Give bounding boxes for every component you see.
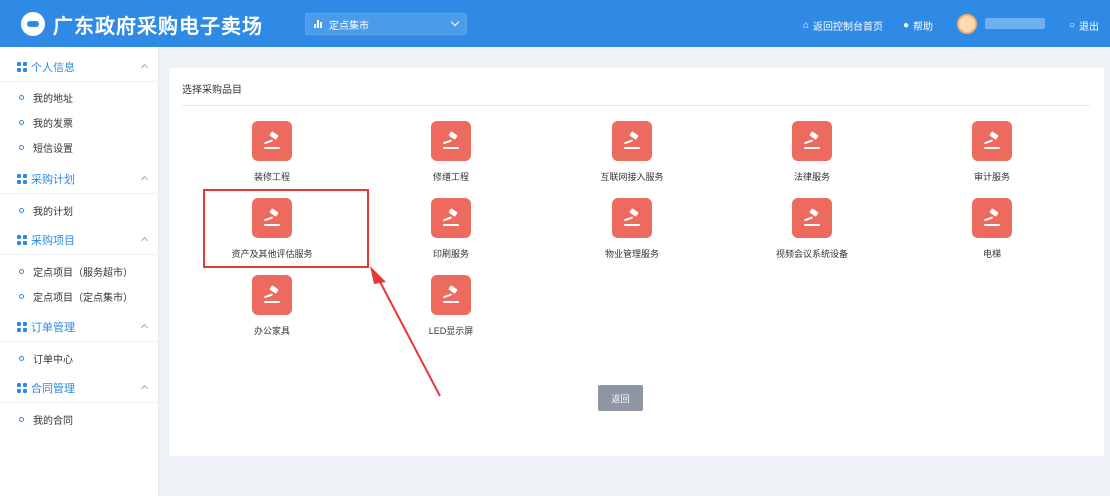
annotation-arrow: [370, 266, 441, 397]
back-button[interactable]: 返回: [598, 385, 643, 411]
